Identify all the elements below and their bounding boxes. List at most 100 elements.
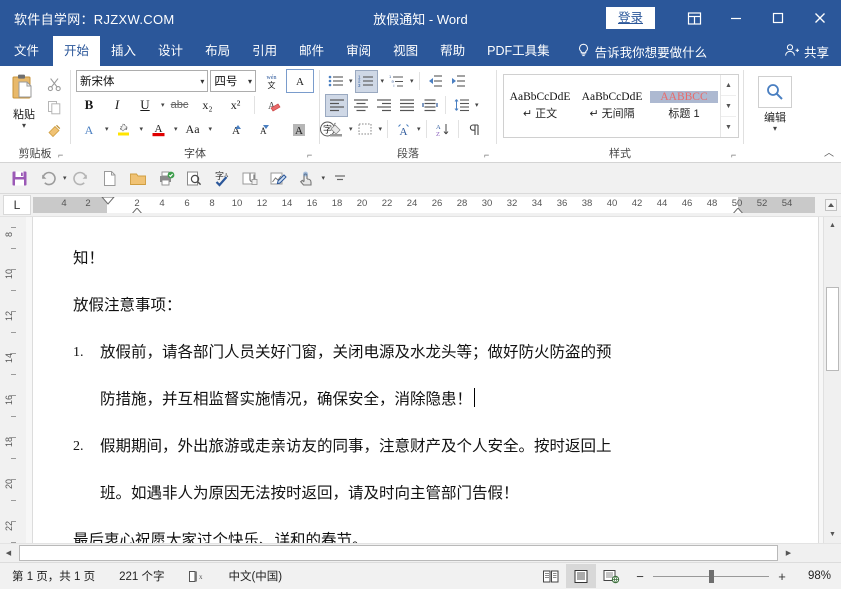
phonetic-guide-icon[interactable]: wén 文 bbox=[258, 70, 284, 92]
chevron-down-icon[interactable]: ▾ bbox=[475, 101, 479, 109]
document-body[interactable]: 知！ 放假注意事项： 1. 放假前，请各部门人员关好门窗，关闭电源及水龙头等；做… bbox=[73, 221, 780, 543]
change-case-button[interactable]: Aa bbox=[180, 118, 206, 140]
pinyin-guide-icon[interactable]: A bbox=[393, 119, 414, 140]
font-dialog-launcher[interactable]: ⌐ bbox=[307, 151, 316, 160]
chevron-down-icon[interactable]: ▾ bbox=[773, 125, 777, 133]
shrink-font-button[interactable]: A bbox=[250, 118, 276, 140]
scroll-down-icon[interactable]: ▼ bbox=[824, 526, 841, 543]
format-painter-icon[interactable] bbox=[43, 120, 65, 140]
superscript-button[interactable]: x² bbox=[223, 94, 249, 116]
zoom-slider[interactable] bbox=[653, 569, 769, 583]
numbered-list-icon[interactable]: 123 bbox=[354, 69, 378, 93]
hanging-indent-marker[interactable] bbox=[130, 207, 144, 213]
tab-stop-selector[interactable]: L bbox=[3, 195, 31, 215]
tab-file[interactable]: 文件 bbox=[0, 36, 53, 66]
vertical-ruler[interactable]: 8 10 12 14 16 18 20 22 bbox=[0, 217, 26, 543]
paragraph-fragment[interactable]: 知！ bbox=[73, 235, 780, 282]
chevron-down-icon[interactable]: ▾ bbox=[417, 125, 421, 133]
align-right-icon[interactable] bbox=[373, 95, 394, 116]
print-layout-icon[interactable] bbox=[566, 564, 596, 588]
tab-review[interactable]: 审阅 bbox=[335, 36, 382, 66]
grow-font-button[interactable]: A bbox=[222, 118, 248, 140]
chevron-down-icon[interactable]: ▾ bbox=[381, 77, 385, 85]
collapse-ribbon-icon[interactable]: ︿ bbox=[824, 144, 834, 159]
zoom-in-button[interactable]: + bbox=[776, 569, 788, 584]
copy-icon[interactable] bbox=[43, 97, 65, 117]
scissors-icon[interactable] bbox=[43, 74, 65, 94]
character-shading-button[interactable]: A bbox=[286, 118, 312, 140]
align-center-icon[interactable] bbox=[350, 95, 371, 116]
zoom-level[interactable]: 98% bbox=[795, 570, 831, 582]
touch-mode-icon[interactable] bbox=[293, 166, 319, 190]
chevron-down-icon[interactable]: ▾ bbox=[140, 125, 144, 133]
sort-az-icon[interactable]: AZ bbox=[432, 119, 453, 140]
font-name-combo[interactable]: 新宋体 ▾ bbox=[76, 70, 209, 92]
ruler-scroll-up-icon[interactable] bbox=[821, 194, 841, 216]
style-item-normal[interactable]: AaBbCcDdE ↵ 正文 bbox=[504, 75, 576, 137]
paragraph-heading[interactable]: 放假注意事项： bbox=[73, 282, 780, 329]
paragraph-closing[interactable]: 最后衷心祝愿大家过个快乐、详和的春节。 bbox=[73, 517, 780, 543]
proofing-errors-icon[interactable]: x bbox=[176, 569, 216, 583]
misspelled-word[interactable]: 详和 bbox=[275, 532, 306, 543]
redo-icon[interactable] bbox=[69, 166, 95, 190]
editing-button[interactable]: 编辑 ▾ bbox=[752, 76, 798, 162]
distribute-icon[interactable] bbox=[419, 95, 440, 116]
list-item-text[interactable]: 放假前，请各部门人员关好门窗，关闭电源及水龙头等；做好防火防盗的预 防措施，并互… bbox=[100, 329, 780, 423]
style-gallery-more-icon[interactable]: ▼ bbox=[721, 117, 736, 137]
share-button[interactable]: 共享 bbox=[778, 36, 841, 66]
chevron-down-icon[interactable]: ▾ bbox=[248, 77, 252, 86]
list-item-text[interactable]: 假期期间，外出旅游或走亲访友的同事，注意财产及个人安全。按时返回上 班。如遇非人… bbox=[100, 423, 780, 517]
right-indent-marker[interactable] bbox=[731, 207, 745, 213]
vertical-scrollbar[interactable]: ▲ ▼ bbox=[823, 217, 841, 543]
clipboard-dialog-launcher[interactable]: ⌐ bbox=[58, 151, 67, 160]
close-icon[interactable] bbox=[799, 0, 841, 36]
scroll-right-icon[interactable]: ▶ bbox=[780, 545, 797, 561]
chevron-down-icon[interactable]: ▾ bbox=[349, 77, 353, 85]
print-preview-icon[interactable] bbox=[181, 166, 207, 190]
align-left-icon[interactable] bbox=[325, 93, 348, 117]
scroll-left-icon[interactable]: ◀ bbox=[0, 545, 17, 561]
chevron-down-icon[interactable]: ▾ bbox=[379, 125, 383, 133]
chevron-down-icon[interactable]: ▾ bbox=[209, 125, 213, 133]
list-item[interactable]: 1. 放假前，请各部门人员关好门窗，关闭电源及水龙头等；做好防火防盗的预 防措施… bbox=[73, 329, 780, 423]
save-icon[interactable] bbox=[6, 166, 32, 190]
tell-me-box[interactable]: 告诉我你想要做什么 bbox=[567, 36, 718, 66]
chevron-down-icon[interactable]: ▾ bbox=[105, 125, 109, 133]
open-folder-icon[interactable] bbox=[125, 166, 151, 190]
list-item[interactable]: 2. 假期期间，外出旅游或走亲访友的同事，注意财产及个人安全。按时返回上 班。如… bbox=[73, 423, 780, 517]
style-scroll-down-icon[interactable]: ▼ bbox=[721, 96, 736, 117]
sign-in-button[interactable]: 登录 bbox=[605, 7, 655, 29]
customize-qat-icon[interactable] bbox=[327, 166, 353, 190]
scroll-up-icon[interactable]: ▲ bbox=[824, 217, 841, 234]
horizontal-scrollbar[interactable]: ◀ ▶ bbox=[0, 543, 841, 562]
horizontal-scroll-thumb[interactable] bbox=[19, 545, 778, 561]
zoom-slider-thumb[interactable] bbox=[709, 569, 714, 583]
tab-insert[interactable]: 插入 bbox=[100, 36, 147, 66]
style-item-heading-1[interactable]: AABBCC 标题 1 bbox=[648, 75, 720, 137]
bullet-list-icon[interactable] bbox=[325, 71, 346, 92]
strikethrough-button[interactable]: abc bbox=[167, 94, 193, 116]
style-item-no-spacing[interactable]: AaBbCcDdE ↵ 无间隔 bbox=[576, 75, 648, 137]
attach-icon[interactable] bbox=[237, 166, 263, 190]
decrease-indent-icon[interactable] bbox=[425, 71, 446, 92]
tab-home[interactable]: 开始 bbox=[53, 36, 101, 66]
chevron-down-icon[interactable]: ▾ bbox=[349, 125, 353, 133]
tab-pdf-tools[interactable]: PDF工具集 bbox=[476, 36, 561, 66]
tab-help[interactable]: 帮助 bbox=[429, 36, 476, 66]
line-spacing-icon[interactable] bbox=[451, 95, 472, 116]
draw-edit-icon[interactable] bbox=[265, 166, 291, 190]
zoom-out-button[interactable]: − bbox=[634, 569, 646, 584]
subscript-button[interactable]: x₂ bbox=[195, 94, 221, 116]
vertical-scroll-thumb[interactable] bbox=[826, 287, 839, 371]
web-layout-icon[interactable] bbox=[596, 564, 626, 588]
paragraph-dialog-launcher[interactable]: ⌐ bbox=[484, 151, 493, 160]
tab-view[interactable]: 视图 bbox=[382, 36, 429, 66]
language-indicator[interactable]: 中文(中国) bbox=[216, 568, 294, 584]
chevron-down-icon[interactable]: ▾ bbox=[161, 101, 165, 109]
chevron-down-icon[interactable]: ▾ bbox=[410, 77, 414, 85]
justify-icon[interactable] bbox=[396, 95, 417, 116]
tab-design[interactable]: 设计 bbox=[147, 36, 194, 66]
maximize-icon[interactable] bbox=[757, 0, 799, 36]
show-paragraph-marks-icon[interactable] bbox=[464, 119, 485, 140]
read-mode-icon[interactable] bbox=[536, 564, 566, 588]
